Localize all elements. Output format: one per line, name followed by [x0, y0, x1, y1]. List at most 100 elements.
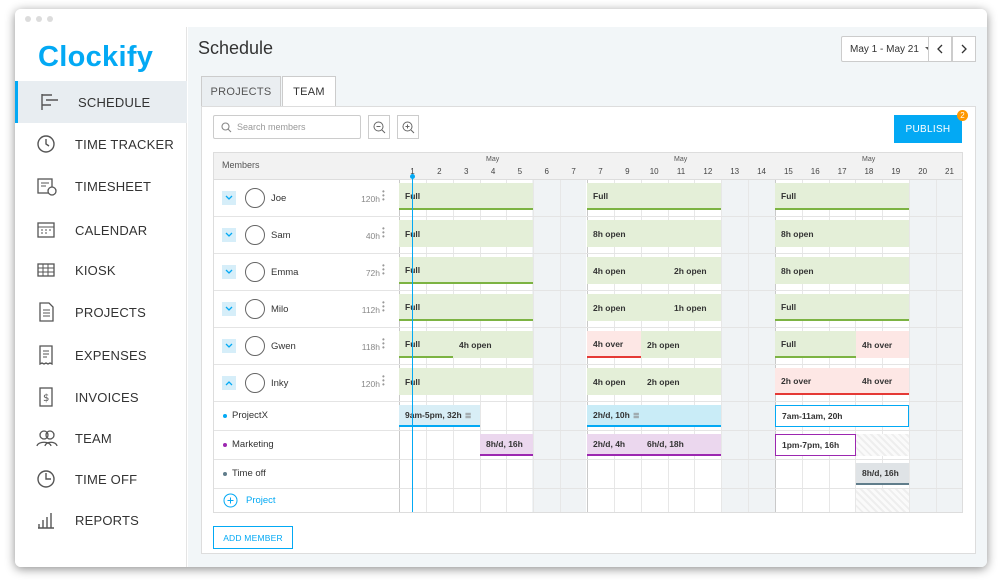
schedule-bar[interactable]: Full: [399, 183, 533, 210]
schedule-bar[interactable]: 4h over: [856, 368, 909, 395]
schedule-bar[interactable]: Full: [399, 220, 533, 247]
assignment-bar[interactable]: 8h/d, 16h: [480, 434, 533, 456]
schedule-bar[interactable]: 2h open: [641, 368, 721, 395]
zoom-out-button[interactable]: [368, 115, 390, 139]
sidebar-item-expenses[interactable]: EXPENSES: [15, 334, 187, 376]
prev-button[interactable]: [928, 36, 952, 62]
schedule-bar[interactable]: 8h open: [587, 220, 721, 247]
member-name: Sam: [271, 230, 291, 241]
schedule-bar[interactable]: Full: [399, 331, 453, 358]
schedule-bar[interactable]: 4h over: [587, 331, 641, 358]
member-name: Inky: [271, 378, 289, 389]
sidebar-item-kiosk[interactable]: KIOSK: [15, 249, 187, 291]
schedule-bar[interactable]: Full: [775, 294, 909, 321]
chevron-down-icon: [225, 232, 233, 237]
tab-team[interactable]: TEAM: [282, 76, 336, 107]
sidebar-item-team[interactable]: TEAM: [15, 417, 187, 459]
more-icon[interactable]: • • •: [382, 225, 386, 241]
sidebar-item-time-off[interactable]: TIME OFF: [15, 458, 187, 500]
day-header: 7: [571, 167, 576, 176]
assignment-bar[interactable]: 7am-11am, 20h: [775, 405, 909, 427]
member-row: Emma 72h ••• Full 4h open 2h open 8h ope…: [214, 254, 962, 291]
project-label[interactable]: ProjectX: [223, 410, 268, 421]
assignment-bar[interactable]: 1pm-7pm, 16h: [775, 434, 856, 456]
schedule-bar[interactable]: Full: [775, 331, 856, 358]
document-icon: [39, 302, 54, 322]
avatar: [245, 336, 265, 356]
window-dot[interactable]: [47, 16, 53, 22]
collapse-button[interactable]: [222, 376, 236, 390]
sidebar-item-timesheet[interactable]: TIMESHEET: [15, 165, 187, 207]
schedule-bar[interactable]: 2h open: [668, 257, 721, 284]
sidebar-item-reports[interactable]: REPORTS: [15, 499, 187, 541]
expand-button[interactable]: [222, 339, 236, 353]
schedule-bar[interactable]: 2h over: [775, 368, 856, 395]
add-member-button[interactable]: ADD MEMBER: [213, 526, 293, 549]
expand-button[interactable]: [222, 302, 236, 316]
schedule-bar[interactable]: 4h open: [453, 331, 533, 358]
schedule-bar[interactable]: Full: [399, 294, 533, 321]
month-label: May: [486, 156, 500, 163]
zoom-in-icon: [402, 121, 414, 133]
member-row: Gwen 118h ••• Full 4h open 4h over 2h op…: [214, 328, 962, 365]
assignment-bar[interactable]: 2h/d, 4h: [587, 434, 641, 456]
chevron-down-icon: [225, 343, 233, 348]
member-row: Inky 120h ••• Full 4h open 2h open 2h ov…: [214, 365, 962, 402]
date-range-label: May 1 - May 21: [850, 43, 919, 55]
project-name: Time off: [232, 468, 266, 479]
search-placeholder: Search members: [237, 122, 306, 132]
expand-button[interactable]: [222, 265, 236, 279]
assignment-bar[interactable]: 8h/d, 16h: [856, 463, 909, 485]
assignment-bar[interactable]: 2h/d, 10h ≣: [587, 405, 721, 427]
schedule-bar[interactable]: Full: [775, 183, 909, 210]
schedule-bar[interactable]: Full: [399, 368, 533, 395]
schedule-panel: Search members PUBLISH 2 Members May May: [201, 106, 976, 554]
plus-circle-icon: [223, 493, 238, 508]
more-icon[interactable]: • • •: [382, 299, 386, 315]
clock-icon: [37, 135, 55, 153]
expand-button[interactable]: [222, 191, 236, 205]
sidebar-item-invoices[interactable]: $ INVOICES: [15, 376, 187, 418]
title-bar: [15, 9, 987, 27]
tab-projects[interactable]: PROJECTS: [201, 76, 281, 106]
schedule-bar[interactable]: Full: [587, 183, 721, 210]
day-header: 12: [703, 167, 713, 176]
avatar: [245, 373, 265, 393]
schedule-bar[interactable]: 2h open: [641, 331, 721, 358]
schedule-bar[interactable]: 4h open: [587, 257, 668, 284]
add-project-button[interactable]: Project: [223, 493, 276, 508]
schedule-bar[interactable]: 8h open: [775, 220, 909, 247]
more-icon[interactable]: • • •: [382, 188, 386, 204]
schedule-bar[interactable]: 1h open: [668, 294, 721, 321]
next-button[interactable]: [952, 36, 976, 62]
sidebar-item-schedule[interactable]: SCHEDULE: [15, 81, 187, 123]
assignment-bar[interactable]: 6h/d, 18h: [641, 434, 721, 456]
window-dot[interactable]: [25, 16, 31, 22]
member-row: Milo 112h ••• Full 2h open 1h open Full: [214, 291, 962, 328]
window-dot[interactable]: [36, 16, 42, 22]
sidebar-item-time-tracker[interactable]: TIME TRACKER: [15, 123, 187, 165]
zoom-in-button[interactable]: [397, 115, 419, 139]
schedule-grid: Members May May May 1 2 3 4 5 6 7 7 9 10 11 12 13 14 1…: [213, 152, 963, 513]
schedule-bar[interactable]: Full: [399, 257, 533, 284]
expand-button[interactable]: [222, 228, 236, 242]
more-icon[interactable]: • • •: [382, 373, 386, 389]
sidebar-item-projects[interactable]: PROJECTS: [15, 291, 187, 333]
day-header: 3: [463, 167, 469, 176]
more-icon[interactable]: • • •: [382, 262, 386, 278]
project-dot: [223, 442, 227, 447]
schedule-bar[interactable]: 4h over: [856, 331, 909, 358]
schedule-bar[interactable]: 2h open: [587, 294, 668, 321]
more-icon[interactable]: • • •: [382, 336, 386, 352]
schedule-bar[interactable]: 4h open: [587, 368, 641, 395]
app-window: Clockify SCHEDULE TIME TRACKER TIMESHEET…: [15, 9, 987, 567]
project-label[interactable]: Time off: [223, 468, 266, 479]
member-row: Sam 40h ••• Full 8h open 8h open: [214, 217, 962, 254]
member-hours: 112h: [361, 305, 380, 315]
search-input[interactable]: Search members: [213, 115, 361, 139]
assignment-label: 2h/d, 10h: [593, 410, 630, 420]
sidebar-item-calendar[interactable]: CALENDAR: [15, 209, 187, 251]
publish-button[interactable]: PUBLISH: [894, 115, 962, 143]
project-label[interactable]: Marketing: [223, 439, 274, 450]
schedule-bar[interactable]: 8h open: [775, 257, 909, 284]
